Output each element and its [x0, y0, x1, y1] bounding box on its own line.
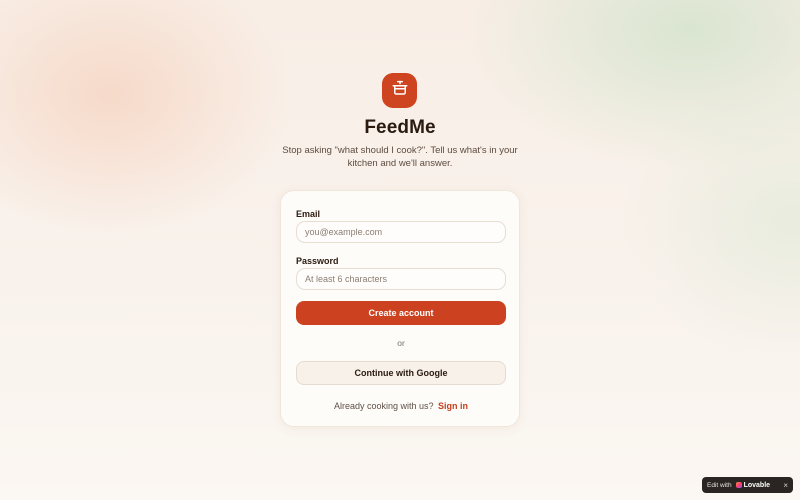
app-tagline: Stop asking "what should I cook?". Tell …: [282, 145, 518, 169]
password-field[interactable]: [296, 268, 506, 290]
signin-prompt: Already cooking with us?: [333, 401, 434, 411]
close-icon[interactable]: ×: [783, 481, 788, 490]
edit-with-lovable-badge[interactable]: Edit with Lovable ×: [702, 477, 793, 493]
badge-prefix: Edit with: [707, 481, 732, 489]
or-divider: or: [397, 338, 405, 348]
cooking-pot-icon: [391, 79, 409, 102]
password-label: Password: [296, 256, 339, 266]
signin-row: Already cooking with us? Sign in: [281, 401, 521, 411]
signup-card: Email Password Create account or Continu…: [280, 190, 520, 427]
app-title: FeedMe: [364, 117, 436, 138]
app-logo: [382, 73, 417, 108]
email-field[interactable]: [296, 221, 506, 243]
create-account-button[interactable]: Create account: [296, 301, 506, 325]
badge-brand: Lovable: [743, 481, 771, 489]
lovable-logo-icon: [735, 482, 742, 488]
signin-link[interactable]: Sign in: [438, 401, 468, 411]
continue-with-google-button[interactable]: Continue with Google: [296, 361, 506, 385]
email-label: Email: [296, 209, 321, 219]
